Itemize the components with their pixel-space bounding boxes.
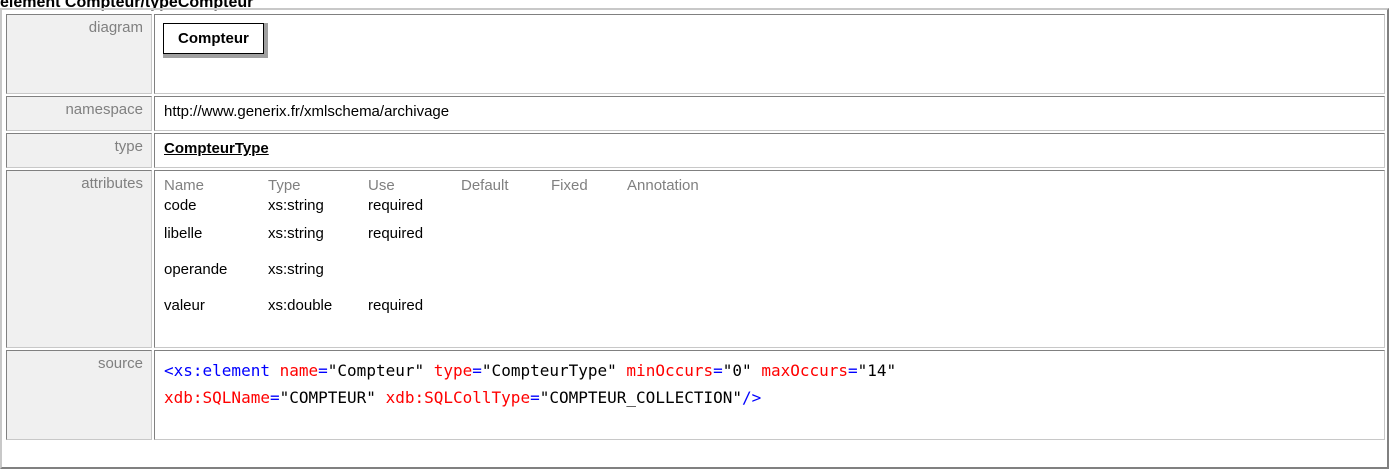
attr-name: valeur — [164, 297, 205, 314]
type-link[interactable]: CompteurType — [164, 140, 269, 157]
namespace-label: namespace — [6, 96, 152, 131]
attr-name: code — [164, 197, 197, 214]
attr-type: xs:string — [268, 261, 324, 278]
attr-use: required — [368, 197, 424, 214]
attributes-header-row: Name Type Use Default Fixed Annotation — [164, 177, 713, 197]
attr-type: xs:string — [268, 197, 324, 214]
diagram-node-label: Compteur — [163, 23, 264, 54]
header-annotation: Annotation — [627, 177, 699, 194]
type-label: type — [6, 133, 152, 168]
source-attr-name: type — [433, 361, 473, 380]
source-attr-value: "0" — [722, 361, 752, 380]
header-use: Use — [368, 177, 395, 194]
namespace-row: namespace http://www.generix.fr/xmlschem… — [6, 96, 1385, 131]
table-row: valeur xs:double required — [164, 297, 713, 333]
attr-type: xs:string — [268, 225, 324, 242]
source-row: source <xs:element name="Compteur" type=… — [6, 350, 1385, 440]
source-attr-value: "Compteur" — [327, 361, 425, 380]
attributes-table: Name Type Use Default Fixed Annotation c… — [164, 177, 713, 333]
attr-type: xs:double — [268, 297, 333, 314]
source-tag-close: /> — [742, 388, 762, 407]
attr-name: libelle — [164, 225, 203, 242]
table-row: code xs:string required — [164, 197, 713, 225]
header-name: Name — [164, 177, 205, 194]
table-row: operande xs:string — [164, 261, 713, 297]
attributes-row: attributes Name Type Use Default Fixed A… — [6, 170, 1385, 348]
source-attr-value: "14" — [857, 361, 897, 380]
table-row: libelle xs:string required — [164, 225, 713, 261]
header-default: Default — [461, 177, 509, 194]
properties-table: diagram Compteur namespace http://www.ge… — [4, 12, 1387, 442]
attr-use — [368, 261, 461, 297]
namespace-value: http://www.generix.fr/xmlschema/archivag… — [164, 103, 450, 120]
diagram-cell: Compteur — [154, 14, 1385, 94]
source-code: <xs:element name="Compteur" type="Compte… — [164, 361, 897, 407]
source-attr-name: maxOccurs — [761, 361, 849, 380]
source-attr-name: xdb:SQLName — [164, 388, 270, 407]
attr-use: required — [368, 225, 424, 242]
diagram-label: diagram — [6, 14, 152, 94]
type-row: type CompteurType — [6, 133, 1385, 168]
source-attr-value: "COMPTEUR_COLLECTION" — [539, 388, 743, 407]
header-fixed: Fixed — [551, 177, 588, 194]
source-attr-value: "CompteurType" — [481, 361, 617, 380]
attr-use: required — [368, 297, 424, 314]
source-label: source — [6, 350, 152, 440]
diagram-row: diagram Compteur — [6, 14, 1385, 94]
diagram-node[interactable]: Compteur — [163, 23, 268, 58]
attributes-label: attributes — [6, 170, 152, 348]
attr-name: operande — [164, 261, 228, 278]
element-properties-panel: diagram Compteur namespace http://www.ge… — [0, 8, 1389, 469]
source-tag-open: <xs:element — [164, 361, 270, 380]
source-attr-name: minOccurs — [626, 361, 714, 380]
source-attr-name: name — [279, 361, 319, 380]
source-attr-value: "COMPTEUR" — [279, 388, 376, 407]
source-attr-name: xdb:SQLCollType — [385, 388, 531, 407]
header-type: Type — [268, 177, 301, 194]
